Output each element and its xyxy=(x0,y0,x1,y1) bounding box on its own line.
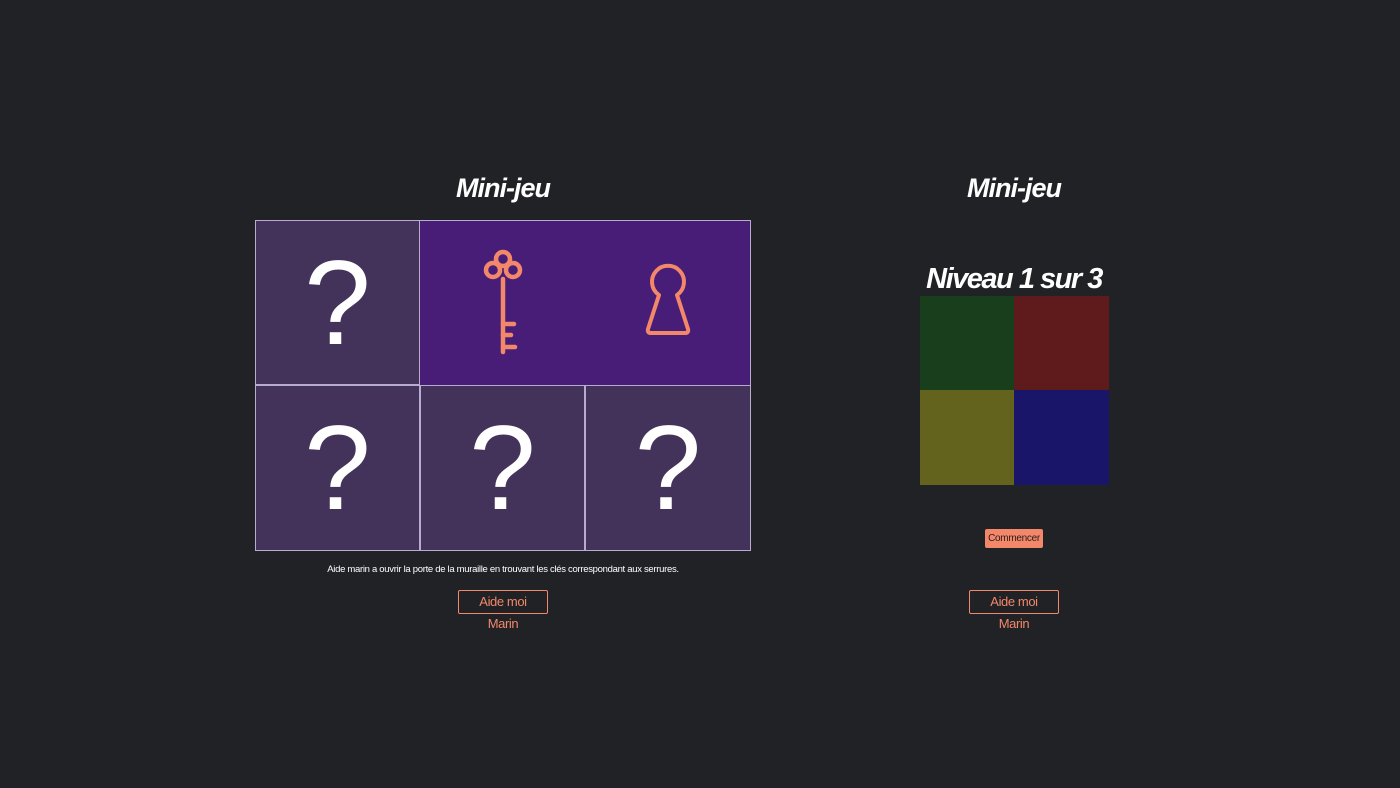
level-indicator: Niveau 1 sur 3 xyxy=(926,263,1103,295)
color-pad-green[interactable] xyxy=(920,296,1014,390)
memory-game-title: Mini-jeu xyxy=(456,173,551,203)
memory-card[interactable]: ? xyxy=(585,385,751,551)
question-mark-icon: ? xyxy=(304,401,371,535)
question-mark-icon: ? xyxy=(304,235,371,370)
memory-card[interactable] xyxy=(585,220,751,385)
color-pad-red[interactable] xyxy=(1014,296,1109,390)
memory-card[interactable]: ? xyxy=(420,385,585,551)
color-game-title: Mini-jeu xyxy=(967,173,1062,203)
memory-card-grid: ? ? ? ? xyxy=(255,220,751,551)
help-button[interactable]: Aide moi Marin xyxy=(458,590,548,631)
color-pad-grid xyxy=(920,296,1109,485)
page: Mini-jeu ? ? ? ? Aide marin a ouvrir la … xyxy=(0,0,1400,788)
key-icon xyxy=(483,249,522,355)
keyhole-icon xyxy=(645,263,690,335)
memory-card[interactable]: ? xyxy=(255,220,420,385)
color-pad-yellow[interactable] xyxy=(920,390,1014,485)
question-mark-icon: ? xyxy=(469,401,536,535)
question-mark-icon: ? xyxy=(634,401,702,535)
help-button[interactable]: Aide moi Marin xyxy=(969,590,1059,631)
game-instructions: Aide marin a ouvrir la porte de la murai… xyxy=(327,564,679,575)
memory-game-panel: Mini-jeu ? ? ? ? Aide marin a ouvrir la … xyxy=(255,168,751,631)
memory-card[interactable] xyxy=(420,220,585,385)
color-game-panel: Mini-jeu Niveau 1 sur 3 Commencer Aide m… xyxy=(910,168,1118,631)
start-button[interactable]: Commencer xyxy=(985,529,1043,548)
memory-card[interactable]: ? xyxy=(255,385,420,551)
color-pad-blue[interactable] xyxy=(1014,390,1109,485)
